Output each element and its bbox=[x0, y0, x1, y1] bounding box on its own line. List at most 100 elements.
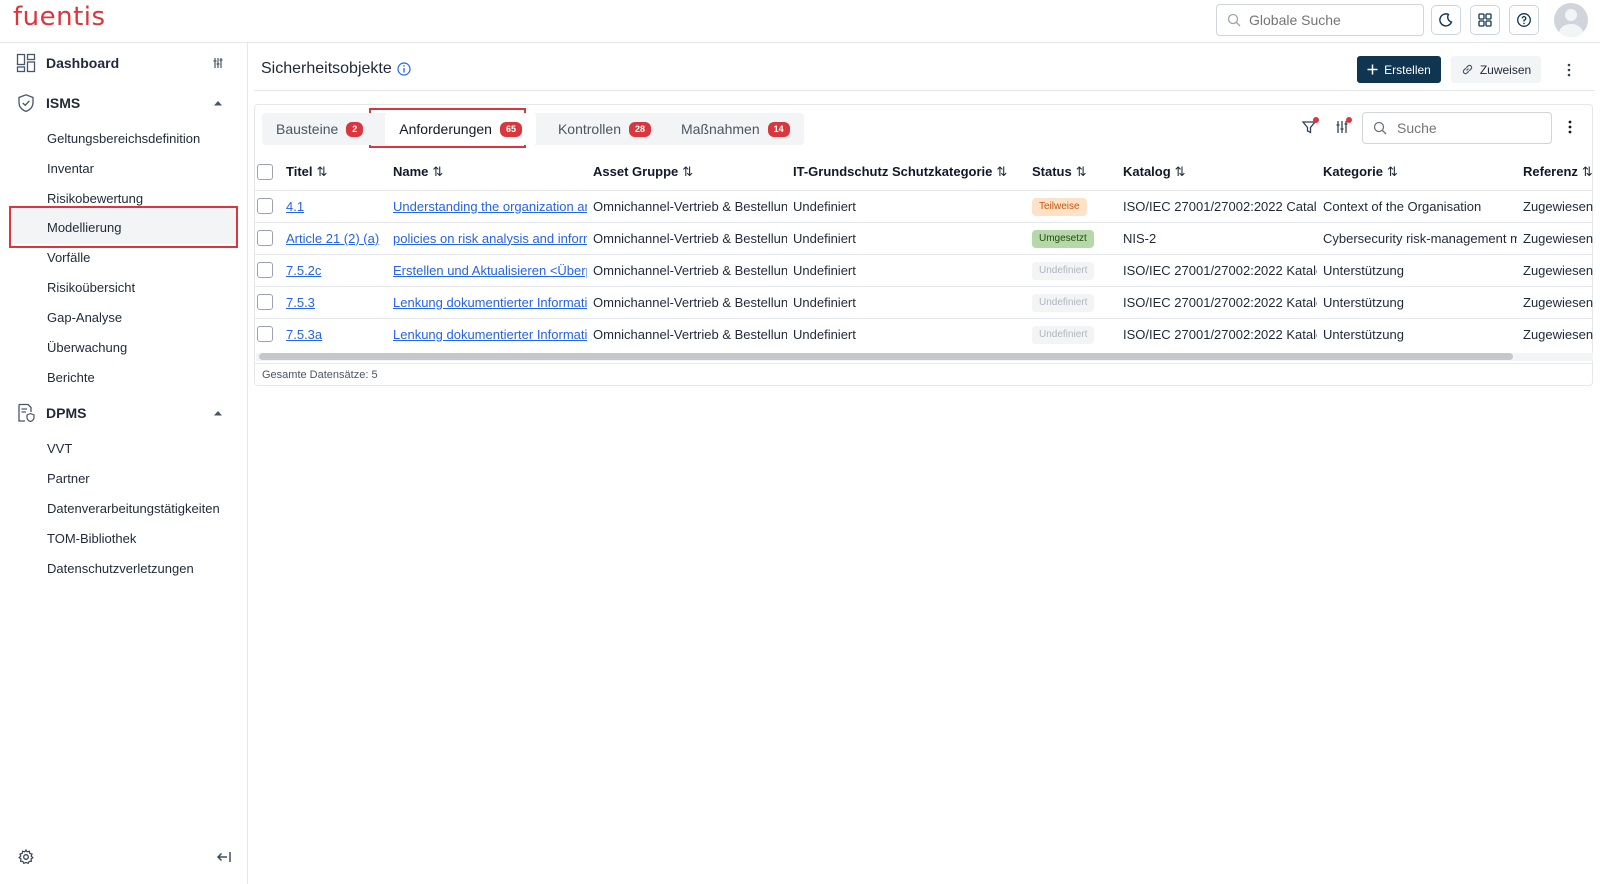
sidebar-item-geltungsbereichsdefinition[interactable]: Geltungsbereichsdefinition bbox=[47, 131, 200, 146]
create-button[interactable]: Erstellen bbox=[1357, 56, 1441, 83]
column-header-status[interactable]: Status ⇅ bbox=[1026, 154, 1117, 191]
titel-link[interactable]: 7.5.3 bbox=[286, 295, 315, 310]
sidebar-item-modellierung[interactable]: Modellierung bbox=[47, 220, 121, 235]
cell-schutzkategorie: Undefiniert bbox=[787, 222, 1026, 255]
table-row[interactable]: 4.1 Understanding the organization and i… bbox=[255, 190, 1593, 223]
assign-button[interactable]: Zuweisen bbox=[1451, 56, 1541, 83]
header-label: Katalog bbox=[1123, 163, 1171, 179]
row-checkbox[interactable] bbox=[257, 294, 273, 311]
titel-link[interactable]: 4.1 bbox=[286, 199, 304, 214]
sort-icon[interactable]: ⇅ bbox=[682, 164, 693, 180]
cell-asset-gruppe: Omnichannel-Vertrieb & Bestellung bbox=[587, 222, 787, 255]
filter-button[interactable] bbox=[1301, 117, 1321, 139]
global-search-input[interactable] bbox=[1249, 12, 1409, 28]
cell-status: Teilweise bbox=[1026, 190, 1117, 223]
sidebar-item-vvt[interactable]: VVT bbox=[47, 441, 72, 456]
name-link[interactable]: policies on risk analysis and informatio… bbox=[393, 231, 587, 246]
shield-check-icon bbox=[18, 94, 34, 113]
column-header-referenz[interactable]: Referenz ⇅ bbox=[1517, 154, 1593, 191]
sidebar-item-datenschutzverletzungen[interactable]: Datenschutzverletzungen bbox=[47, 561, 194, 576]
cell-schutzkategorie: Undefiniert bbox=[787, 190, 1026, 223]
titel-link[interactable]: Article 21 (2) (a) bbox=[286, 231, 379, 246]
column-header-katalog[interactable]: Katalog ⇅ bbox=[1117, 154, 1317, 191]
active-item-background bbox=[12, 206, 238, 244]
status-badge: Undefiniert bbox=[1032, 325, 1095, 344]
name-link[interactable]: Erstellen und Aktualisieren <Überprüfung… bbox=[393, 263, 587, 278]
help-button[interactable] bbox=[1509, 5, 1539, 35]
cell-status: Undefiniert bbox=[1026, 318, 1117, 346]
tab-anforderungen[interactable]: Anforderungen 65 bbox=[385, 113, 536, 145]
avatar[interactable] bbox=[1554, 3, 1588, 37]
table-row[interactable]: 7.5.3 Lenkung dokumentierter Information… bbox=[255, 286, 1593, 319]
row-checkbox[interactable] bbox=[257, 262, 273, 279]
collapse-icon[interactable] bbox=[210, 405, 226, 421]
sort-icon[interactable]: ⇅ bbox=[432, 164, 443, 180]
page-more-button[interactable] bbox=[1559, 58, 1579, 82]
name-link[interactable]: Understanding the organization and its c… bbox=[393, 199, 587, 214]
status-badge: Teilweise bbox=[1032, 197, 1087, 216]
titel-link[interactable]: 7.5.3a bbox=[286, 327, 322, 342]
column-header-asset-gruppe[interactable]: Asset Gruppe ⇅ bbox=[587, 154, 787, 191]
row-checkbox[interactable] bbox=[257, 326, 273, 343]
sidebar-item-berichte[interactable]: Berichte bbox=[47, 370, 95, 385]
dark-mode-button[interactable] bbox=[1431, 5, 1461, 35]
sidebar-item-partner[interactable]: Partner bbox=[47, 471, 90, 486]
sidebar-item-inventar[interactable]: Inventar bbox=[47, 161, 94, 176]
column-header-kategorie[interactable]: Kategorie ⇅ bbox=[1317, 154, 1517, 191]
collapse-icon[interactable] bbox=[210, 95, 226, 111]
cell-status: Undefiniert bbox=[1026, 254, 1117, 287]
header-label: IT-Grundschutz Schutzkategorie bbox=[793, 163, 993, 179]
tab-label: Maßnahmen bbox=[681, 121, 760, 137]
cell-titel: Article 21 (2) (a) bbox=[280, 222, 387, 255]
column-header-name[interactable]: Name ⇅ bbox=[387, 154, 587, 191]
info-icon[interactable] bbox=[397, 62, 411, 76]
active-indicator-dot bbox=[1346, 117, 1352, 123]
customize-dashboard-icon[interactable] bbox=[210, 55, 226, 71]
name-link[interactable]: Lenkung dokumentierter Information bbox=[393, 327, 587, 342]
table-more-button[interactable] bbox=[1560, 115, 1580, 139]
collapse-sidebar-button[interactable] bbox=[216, 849, 232, 870]
sort-icon[interactable]: ⇅ bbox=[317, 164, 328, 180]
column-settings-button[interactable] bbox=[1334, 117, 1354, 139]
titel-link[interactable]: 7.5.2c bbox=[286, 263, 321, 278]
column-header-titel[interactable]: Titel ⇅ bbox=[280, 154, 387, 191]
sidebar-item-tom-bibliothek[interactable]: TOM-Bibliothek bbox=[47, 531, 136, 546]
column-header-schutzkategorie[interactable]: IT-Grundschutz Schutzkategorie ⇅ bbox=[787, 154, 1026, 191]
global-search-box[interactable] bbox=[1216, 4, 1424, 36]
moon-icon bbox=[1439, 13, 1453, 27]
cell-name: Lenkung dokumentierter Information bbox=[387, 286, 587, 319]
table-search-box[interactable] bbox=[1362, 112, 1552, 144]
sort-icon[interactable]: ⇅ bbox=[1175, 164, 1186, 180]
sidebar-item-risikobewertung[interactable]: Risikobewertung bbox=[47, 191, 143, 206]
sidebar-section-isms[interactable]: ISMS bbox=[0, 85, 248, 121]
sort-icon[interactable]: ⇅ bbox=[1076, 164, 1087, 180]
table-row[interactable]: 7.5.2c Erstellen und Aktualisieren <Über… bbox=[255, 254, 1593, 287]
sidebar-item-dashboard[interactable]: Dashboard bbox=[0, 45, 248, 81]
cell-kategorie: Cybersecurity risk-management measures bbox=[1317, 222, 1517, 255]
sort-icon[interactable]: ⇅ bbox=[1387, 164, 1398, 180]
sort-icon[interactable]: ⇅ bbox=[996, 164, 1007, 180]
logo[interactable]: fuentis bbox=[13, 2, 106, 32]
table-row[interactable]: 7.5.3a Lenkung dokumentierter Informatio… bbox=[255, 318, 1593, 346]
select-all-checkbox[interactable] bbox=[257, 164, 273, 181]
name-link[interactable]: Lenkung dokumentierter Information bbox=[393, 295, 587, 310]
settings-button[interactable] bbox=[18, 848, 34, 870]
table-row[interactable]: Article 21 (2) (a) policies on risk anal… bbox=[255, 222, 1593, 255]
tab-bausteine[interactable]: Bausteine 2 bbox=[262, 113, 377, 145]
row-checkbox[interactable] bbox=[257, 230, 273, 247]
apps-button[interactable] bbox=[1470, 5, 1500, 35]
row-checkbox[interactable] bbox=[257, 198, 273, 215]
horizontal-scrollbar-thumb[interactable] bbox=[259, 353, 1513, 360]
sidebar-item-ueberwachung[interactable]: Überwachung bbox=[47, 340, 127, 355]
sidebar-item-vorfaelle[interactable]: Vorfälle bbox=[47, 250, 90, 265]
cell-titel: 7.5.2c bbox=[280, 254, 387, 287]
sidebar-item-datenverarbeitungstaetigkeiten[interactable]: Datenverarbeitungstätigkeiten bbox=[47, 501, 220, 516]
table-search-input[interactable] bbox=[1397, 120, 1537, 136]
tab-kontrollen[interactable]: Kontrollen 28 bbox=[544, 113, 665, 145]
cell-kategorie: Context of the Organisation bbox=[1317, 190, 1517, 223]
sidebar-item-gap-analyse[interactable]: Gap-Analyse bbox=[47, 310, 122, 325]
sidebar-item-risikouebersicht[interactable]: Risikoübersicht bbox=[47, 280, 135, 295]
tab-massnahmen[interactable]: Maßnahmen 14 bbox=[667, 113, 804, 145]
sidebar-section-dpms[interactable]: DPMS bbox=[0, 395, 248, 431]
sort-icon[interactable]: ⇅ bbox=[1582, 164, 1593, 180]
